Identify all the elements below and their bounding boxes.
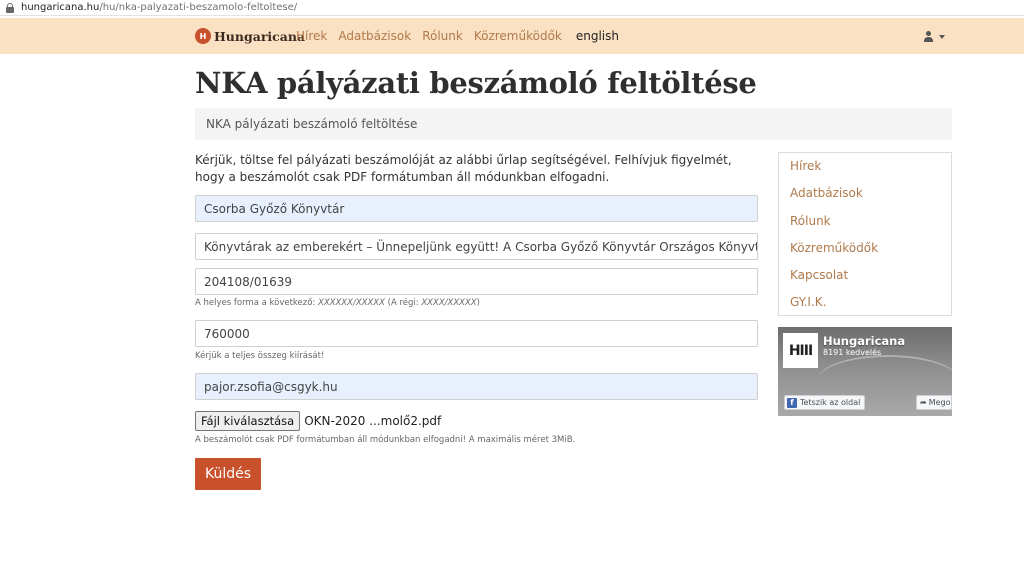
amount-input[interactable]: 760000	[195, 320, 758, 347]
avatar-logo-glyph: HIII	[788, 342, 813, 359]
sidebar-item-hirek[interactable]: Hírek	[779, 153, 951, 180]
amount-help: Kérjük a teljes összeg kiírását!	[195, 351, 325, 361]
nav-link-adatbazisok[interactable]: Adatbázisok	[338, 29, 411, 43]
id-help-format: XXXXXX/XXXXX	[318, 298, 385, 308]
sidebar-item-gyik[interactable]: GY.I.K.	[779, 289, 951, 316]
facebook-page-name[interactable]: Hungaricana	[823, 334, 905, 348]
url-text[interactable]: hungaricana.hu/hu/nka-palyazati-beszamol…	[21, 2, 297, 13]
file-help: A beszámolót csak PDF formátumban áll mó…	[195, 435, 576, 445]
share-arrow-icon: ➦	[920, 398, 927, 407]
facebook-like-count: 8191 kedvelés	[823, 348, 882, 357]
url-path: /hu/nka-palyazati-beszamolo-feltoltese/	[99, 2, 298, 13]
caret-down-icon	[939, 34, 945, 39]
facebook-like-button[interactable]: f Tetszik az oldal	[784, 395, 866, 410]
hungaricana-logo-icon: H	[195, 28, 211, 44]
share-button-label: Megosztás	[928, 398, 951, 407]
email-input[interactable]: pajor.zsofia@csgyk.hu	[195, 373, 758, 400]
nav-link-hirek[interactable]: Hírek	[296, 29, 327, 43]
brand-name: Hungaricana	[214, 28, 306, 44]
address-bar[interactable]: hungaricana.hu/hu/nka-palyazati-beszamol…	[0, 0, 1024, 16]
language-switch-english[interactable]: english	[576, 29, 619, 43]
nav-link-rolunk[interactable]: Rólunk	[422, 29, 463, 43]
url-host: hungaricana.hu	[21, 2, 100, 13]
id-help-prefix: A helyes forma a következő:	[195, 298, 319, 308]
main-nav: Hírek Adatbázisok Rólunk Közreműködők en…	[296, 29, 630, 43]
user-menu-button[interactable]	[923, 31, 945, 42]
form-intro: Kérjük, töltse fel pályázati beszámolójá…	[195, 153, 732, 184]
sidebar-item-rolunk[interactable]: Rólunk	[779, 208, 951, 235]
sidebar-item-kapcsolat[interactable]: Kapcsolat	[779, 262, 951, 289]
file-upload: Fájl kiválasztása OKN-2020 ...molő2.pdf	[195, 411, 441, 431]
submit-button[interactable]: Küldés	[195, 458, 261, 490]
brand-link[interactable]: H Hungaricana	[195, 28, 305, 44]
id-number-input[interactable]: 204108/01639	[195, 268, 758, 295]
like-button-label: Tetszik az oldal	[800, 398, 861, 407]
page-avatar: HIII	[783, 333, 818, 368]
id-help-old-format: XXXX/XXXXX	[421, 298, 477, 308]
top-navbar: H Hungaricana Hírek Adatbázisok Rólunk K…	[0, 18, 1024, 54]
breadcrumb: NKA pályázati beszámoló feltöltése	[195, 108, 952, 140]
facebook-share-button[interactable]: ➦ Megosztás	[916, 395, 952, 410]
page-title: NKA pályázati beszámoló feltöltése	[195, 66, 757, 100]
sidebar-item-kozremukodok[interactable]: Közreműködők	[779, 235, 951, 262]
id-number-help: A helyes forma a következő: XXXXXX/XXXXX…	[195, 298, 480, 308]
project-title-input[interactable]: Könyvtárak az emberekért – Ünnepeljünk e…	[195, 233, 758, 260]
selected-file-name: OKN-2020 ...molő2.pdf	[304, 414, 442, 428]
id-help-old-prefix: (A régi:	[384, 298, 422, 308]
sidebar-item-adatbazisok[interactable]: Adatbázisok	[779, 180, 951, 207]
choose-file-button[interactable]: Fájl kiválasztása	[195, 411, 301, 431]
lock-icon	[6, 2, 14, 13]
organization-input[interactable]: Csorba Győző Könyvtár	[195, 195, 758, 222]
id-help-suffix: )	[476, 298, 480, 308]
facebook-icon: f	[787, 397, 797, 408]
sidebar-nav: Hírek Adatbázisok Rólunk Közreműködők Ka…	[778, 152, 952, 316]
nav-link-kozremukodok[interactable]: Közreműködők	[474, 29, 562, 43]
user-icon	[923, 31, 934, 42]
